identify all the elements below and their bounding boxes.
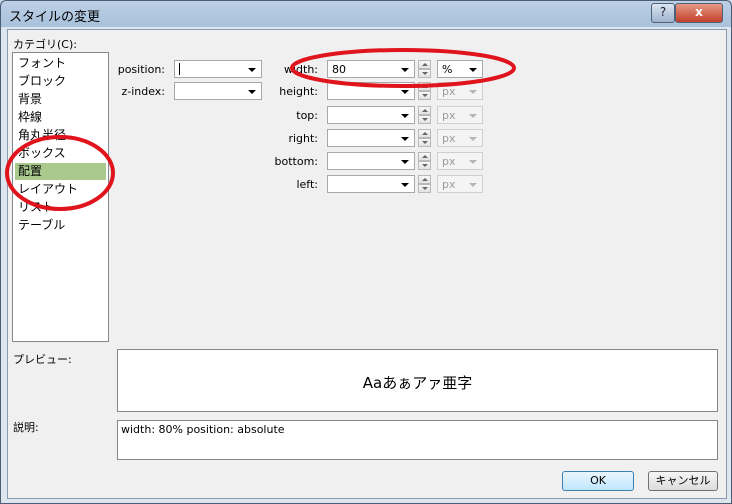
left-spinner[interactable] [418,175,431,193]
right-unit-value: px [442,132,456,145]
category-item-font[interactable]: フォント [15,55,106,72]
width-combo[interactable]: 80 [327,60,415,78]
category-item-list[interactable]: リスト [15,199,106,216]
text-caret [179,63,180,75]
right-label: right: [288,132,318,145]
chevron-down-icon [401,160,409,164]
category-item-table[interactable]: テーブル [15,217,106,234]
left-unit-value: px [442,178,456,191]
chevron-down-icon [469,183,477,187]
chevron-down-icon [401,68,409,72]
bottom-combo[interactable] [327,152,415,170]
chevron-down-icon [401,90,409,94]
width-value: 80 [332,63,346,76]
cancel-button[interactable]: キャンセル [648,471,718,491]
description-box: width: 80% position: absolute [117,420,718,460]
chevron-down-icon [469,114,477,118]
category-item-border[interactable]: 枠線 [15,109,106,126]
close-button[interactable]: x [675,3,723,23]
right-unit-combo[interactable]: px [437,129,483,147]
left-label: left: [296,178,318,191]
help-button[interactable]: ? [651,3,675,23]
chevron-down-icon [401,114,409,118]
chevron-down-icon [248,68,256,72]
category-item-layout[interactable]: レイアウト [15,181,106,198]
top-spinner[interactable] [418,106,431,124]
description-text: width: 80% position: absolute [121,423,285,436]
height-spinner[interactable] [418,82,431,100]
width-unit-value: % [442,63,453,76]
top-unit-combo[interactable]: px [437,106,483,124]
position-combo[interactable] [174,60,262,78]
right-combo[interactable] [327,129,415,147]
zindex-combo[interactable] [174,82,262,100]
bottom-spinner[interactable] [418,152,431,170]
chevron-down-icon [469,160,477,164]
preview-label: プレビュー: [13,353,72,366]
height-combo[interactable] [327,82,415,100]
top-combo[interactable] [327,106,415,124]
category-item-box[interactable]: ボックス [15,145,106,162]
category-item-border-radius[interactable]: 角丸半径 [15,127,106,144]
chevron-down-icon [469,68,477,72]
width-spinner[interactable] [418,60,431,78]
left-unit-combo[interactable]: px [437,175,483,193]
left-combo[interactable] [327,175,415,193]
category-item-position[interactable]: 配置 [15,163,106,180]
chevron-down-icon [469,137,477,141]
dialog-body: カテゴリ(C): フォント ブロック 背景 枠線 角丸半径 ボックス 配置 レイ… [7,29,727,499]
height-unit-value: px [442,85,456,98]
window-title: スタイルの変更 [9,10,101,25]
modify-style-dialog: スタイルの変更 ? x カテゴリ(C): フォント ブロック 背景 枠線 角丸半… [0,0,732,504]
bottom-unit-combo[interactable]: px [437,152,483,170]
position-label: position: [117,63,165,76]
chevron-down-icon [248,90,256,94]
top-label: top: [296,109,318,122]
ok-button[interactable]: OK [562,471,634,491]
category-item-block[interactable]: ブロック [15,73,106,90]
zindex-label: z-index: [121,85,165,98]
bottom-label: bottom: [274,155,319,168]
preview-sample-text: Aaあぁアァ亜字 [362,374,473,392]
width-unit-combo[interactable]: % [437,60,483,78]
title-bar[interactable]: スタイルの変更 ? x [1,1,731,27]
description-label: 説明: [13,421,39,434]
category-label: カテゴリ(C): [13,38,77,51]
right-spinner[interactable] [418,129,431,147]
chevron-down-icon [401,137,409,141]
top-unit-value: px [442,109,456,122]
chevron-down-icon [469,90,477,94]
category-item-background[interactable]: 背景 [15,91,106,108]
height-label: height: [279,85,318,98]
height-unit-combo[interactable]: px [437,82,483,100]
bottom-unit-value: px [442,155,456,168]
width-label: width: [283,63,318,76]
preview-box: Aaあぁアァ亜字 [117,349,718,412]
category-list[interactable]: フォント ブロック 背景 枠線 角丸半径 ボックス 配置 レイアウト リスト テ… [12,52,109,342]
chevron-down-icon [401,183,409,187]
